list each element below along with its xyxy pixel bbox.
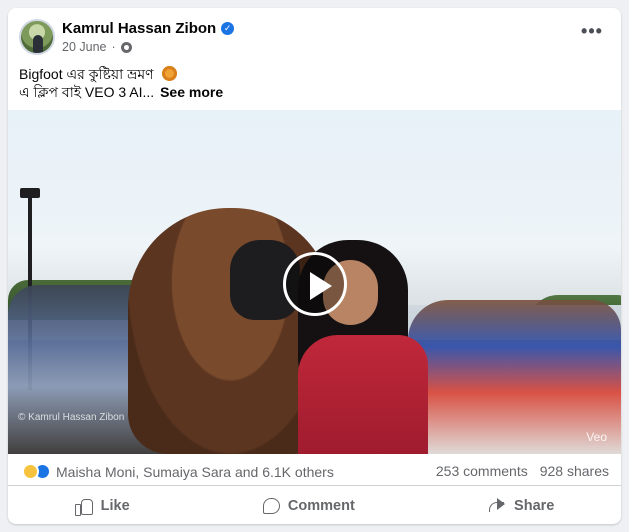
post-header: Kamrul Hassan Zibon ✓ 20 June · ••• — [8, 8, 621, 64]
see-more-link[interactable]: See more — [160, 84, 223, 100]
post-text-line1-content: Bigfoot এর কুষ্টিয়া ভ্রমণ — [19, 66, 154, 82]
like-label: Like — [100, 498, 130, 514]
avatar[interactable] — [19, 19, 55, 55]
tiger-emoji-icon — [161, 66, 177, 81]
haha-reaction-icon — [22, 463, 39, 480]
comment-label: Comment — [287, 498, 355, 514]
post-card: Kamrul Hassan Zibon ✓ 20 June · ••• Bigf… — [8, 8, 621, 524]
share-button[interactable]: Share — [466, 492, 576, 520]
post-text-line2: এ ক্লিপ বাই VEO 3 AI... See more — [19, 83, 609, 101]
comment-button[interactable]: Comment — [241, 492, 377, 520]
play-button[interactable] — [283, 252, 347, 316]
veo-watermark: Veo — [586, 430, 607, 444]
author-name[interactable]: Kamrul Hassan Zibon — [62, 20, 216, 37]
meta-separator: · — [111, 40, 116, 54]
verified-icon: ✓ — [221, 22, 235, 35]
play-icon — [310, 272, 332, 300]
reactions-summary[interactable]: Maisha Moni, Sumaiya Sara and 6.1K other… — [22, 463, 334, 480]
author-row: Kamrul Hassan Zibon ✓ — [62, 20, 235, 37]
scene-lamp-head — [20, 188, 40, 198]
scene-woman-dress — [298, 335, 428, 454]
comment-icon — [262, 498, 280, 514]
video-player[interactable]: © Kamrul Hassan Zibon Veo — [8, 110, 621, 454]
reactions-text[interactable]: Maisha Moni, Sumaiya Sara and 6.1K other… — [56, 464, 334, 480]
share-icon — [488, 498, 506, 514]
like-button[interactable]: Like — [53, 492, 152, 520]
engagement-counts: 253 comments 928 shares — [436, 463, 609, 479]
comments-count[interactable]: 253 comments — [436, 463, 528, 479]
post-text-line2-content: এ ক্লিপ বাই VEO 3 AI... — [19, 84, 155, 100]
avatar-figure — [33, 35, 43, 53]
more-options-icon[interactable]: ••• — [577, 22, 607, 48]
globe-icon — [120, 41, 132, 53]
share-label: Share — [514, 498, 555, 514]
post-text-line1: Bigfoot এর কুষ্টিয়া ভ্রমণ — [19, 65, 609, 83]
post-stats: Maisha Moni, Sumaiya Sara and 6.1K other… — [8, 454, 621, 486]
shares-count[interactable]: 928 shares — [540, 463, 609, 479]
post-meta: 20 June · — [62, 40, 132, 54]
post-date[interactable]: 20 June — [62, 40, 106, 54]
post-text: Bigfoot এর কুষ্টিয়া ভ্রমণ এ ক্লিপ বাই V… — [19, 65, 609, 101]
action-bar: Like Comment Share — [8, 488, 621, 524]
like-icon — [74, 498, 93, 516]
video-watermark: © Kamrul Hassan Zibon — [18, 412, 125, 423]
